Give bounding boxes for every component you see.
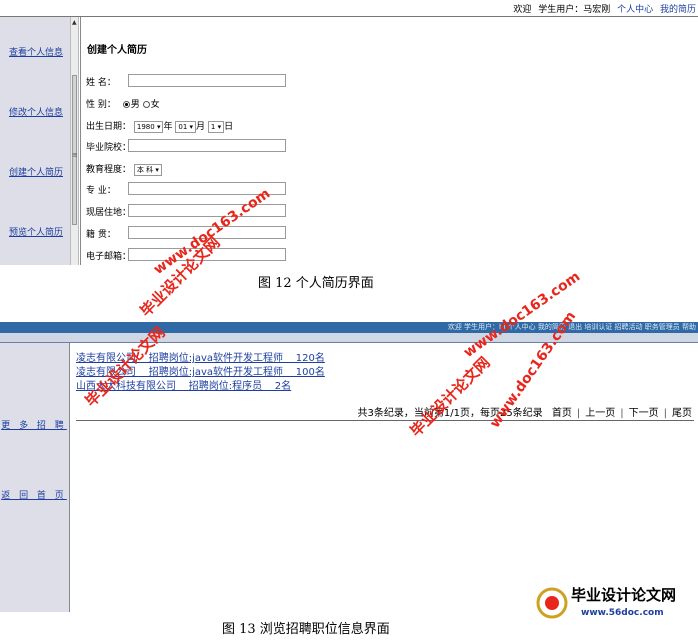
radio-checked-icon[interactable] — [122, 101, 130, 108]
top-links: 欢迎 学生用户：马宏刚 个人中心 我的简历 — [509, 2, 696, 15]
email-label: 电子邮箱： — [86, 252, 132, 262]
gender-male[interactable]: 男 — [122, 100, 140, 110]
pagination-rule — [76, 420, 694, 421]
birth-day-select[interactable]: 1 ▾ — [207, 120, 225, 133]
gender-row: 性 别： 男 女 — [86, 97, 160, 110]
nav-more-jobs[interactable]: 更 多 招 聘 — [0, 418, 68, 431]
gender-label: 性 别： — [86, 100, 116, 110]
nav-home[interactable]: 返 回 首 页 — [0, 488, 68, 501]
address-label: 现居住地： — [86, 208, 132, 218]
scroll-up-arrow-icon[interactable]: ▲ — [72, 19, 77, 26]
education-label: 教育程度： — [86, 165, 132, 175]
education-select[interactable]: 本 科 ▾ — [133, 163, 162, 176]
header-rule — [0, 16, 698, 17]
major-label: 专 业： — [86, 186, 116, 196]
logo-url: www.56doc.com — [581, 608, 664, 618]
nav-create-resume[interactable]: 创建个人简历 — [4, 167, 68, 179]
first-page-link[interactable]: 首页 — [552, 408, 572, 419]
prev-page-link[interactable]: 上一页 — [585, 408, 615, 419]
hometown-label: 籍 贯： — [86, 230, 116, 240]
logo-emblem-icon — [536, 587, 568, 619]
pagination: 共3条纪录，当前第1/1页，每页25条纪录 首页 | 上一页 | 下一页 | 尾页 — [357, 408, 693, 419]
birth-label: 出生日期： — [86, 122, 132, 132]
logo-title: 毕业设计论文网 — [571, 586, 677, 604]
welcome-text: 欢迎 — [513, 5, 532, 15]
personal-center-link[interactable]: 个人中心 — [617, 5, 653, 15]
radio-unchecked-icon[interactable] — [142, 101, 150, 108]
frame-scrollbar[interactable]: ▲ ≡ — [70, 17, 79, 265]
year-unit: 年 — [163, 122, 173, 132]
watermark-text: 毕业设计论文网 — [406, 353, 494, 441]
subheader-rule — [0, 342, 698, 343]
user-name: 学生用户：马宏刚 — [538, 5, 611, 15]
name-label: 姓 名： — [86, 78, 116, 88]
figure-12-caption: 图 12 个人简历界面 — [258, 276, 374, 291]
form-title: 创建个人简历 — [87, 45, 147, 56]
sidebar-2: 更 多 招 聘 返 回 首 页 — [0, 343, 70, 612]
grip-icon: ≡ — [72, 151, 78, 159]
name-input[interactable] — [128, 74, 286, 87]
scroll-thumb[interactable] — [72, 75, 77, 225]
last-page-link[interactable]: 尾页 — [672, 408, 692, 419]
birth-row: 出生日期： 1980 ▾ 年 01 ▾ 月 1 ▾ 日 — [86, 119, 233, 133]
site-logo: 毕业设计论文网 www.56doc.com — [535, 580, 695, 636]
school-input[interactable] — [128, 139, 286, 152]
nav-edit-info[interactable]: 修改个人信息 — [4, 107, 68, 119]
nav-preview-resume[interactable]: 预览个人简历 — [4, 227, 68, 239]
birth-year-select[interactable]: 1980 ▾ — [133, 120, 164, 133]
day-unit: 日 — [224, 122, 234, 132]
education-row: 教育程度： 本 科 ▾ — [86, 162, 162, 176]
sidebar: 查看个人信息 修改个人信息 创建个人简历 预览个人简历 — [0, 17, 70, 265]
month-unit: 月 — [196, 122, 206, 132]
nav-view-info[interactable]: 查看个人信息 — [4, 47, 68, 59]
my-resume-link[interactable]: 我的简历 — [660, 5, 696, 15]
frame-divider — [80, 17, 81, 265]
birth-month-select[interactable]: 01 ▾ — [175, 120, 197, 133]
next-page-link[interactable]: 下一页 — [629, 408, 659, 419]
figure-13-caption: 图 13 浏览招聘职位信息界面 — [222, 622, 390, 637]
school-label: 毕业院校： — [86, 143, 132, 153]
gender-female[interactable]: 女 — [142, 100, 160, 110]
subheader-bar — [0, 333, 698, 342]
